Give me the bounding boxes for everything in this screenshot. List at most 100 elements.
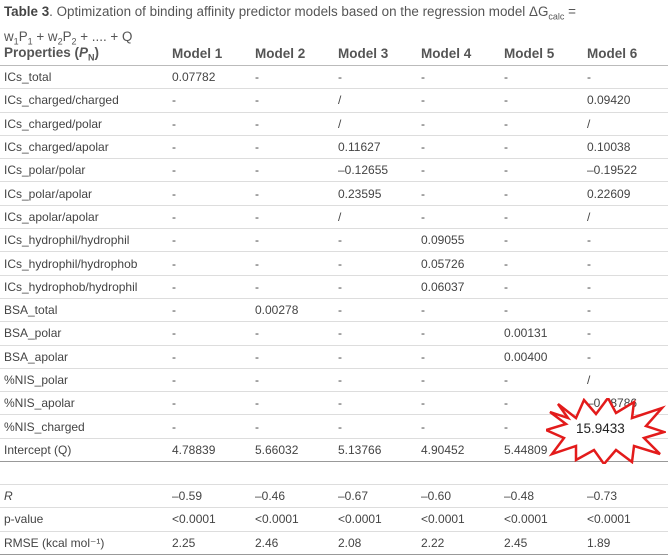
cell-model-3: -: [334, 65, 417, 90]
cell-model-5: -: [500, 275, 583, 299]
stats-row: RMSE (kcal mol⁻¹) 2.25 2.46 2.08 2.22 2.45 1.8…: [0, 531, 668, 555]
table-row: ICs_apolar/apolar - - / - - /: [0, 205, 668, 230]
cell-model-4: -: [417, 112, 500, 136]
header-model-2: Model 2: [251, 42, 334, 66]
row-label: %NIS_apolar: [0, 391, 168, 416]
cell-model-6: -: [583, 298, 668, 323]
cell-model-6: 1.89: [583, 531, 668, 555]
header-properties: Properties (PN): [0, 42, 168, 66]
cell-model-2: -: [251, 391, 334, 416]
cell-model-2: -: [251, 88, 334, 113]
cell-model-5: <0.0001: [500, 507, 583, 532]
cell-model-4: -: [417, 368, 500, 393]
cell-model-5: -: [500, 414, 583, 439]
cell-model-6: -: [583, 275, 668, 299]
cell-model-4: -: [417, 65, 500, 90]
cell-model-6: -: [583, 321, 668, 346]
cell-model-4: -: [417, 414, 500, 439]
row-label: ICs_polar/polar: [0, 158, 168, 183]
cell-model-1: <0.0001: [168, 507, 251, 532]
row-label: Intercept (Q): [0, 438, 168, 463]
cell-model-1: 0.07782: [168, 65, 251, 90]
table-row: ICs_charged/charged - - / - -0.09420: [0, 88, 668, 113]
cell-model-5: –0.48: [500, 484, 583, 509]
cell-model-3: 0.11627: [334, 135, 417, 160]
cell-model-4: -: [417, 345, 500, 369]
cell-model-4: 2.22: [417, 531, 500, 555]
table-row: BSA_polar - - - -0.00131-: [0, 321, 668, 346]
cell-model-2: -: [251, 368, 334, 393]
cell-model-3: -: [334, 321, 417, 346]
header-row: Properties (PN) Model 1 Model 2 Model 3 …: [0, 42, 668, 66]
row-label: RMSE (kcal mol⁻¹): [0, 531, 168, 555]
cell-model-6: 15.9433: [583, 438, 668, 463]
cell-model-3: -: [334, 228, 417, 253]
row-label: ICs_charged/polar: [0, 112, 168, 136]
cell-model-5: -: [500, 65, 583, 90]
cell-model-1: -: [168, 88, 251, 113]
row-label: %NIS_polar: [0, 368, 168, 393]
row-label: ICs_hydrophil/hydrophil: [0, 228, 168, 253]
cell-model-5: -: [500, 205, 583, 230]
table-row: ICs_hydrophob/hydrophil - - -0.06037- -: [0, 275, 668, 299]
cell-model-2: -: [251, 321, 334, 346]
cell-model-6: -: [583, 251, 668, 276]
row-label: R: [0, 484, 168, 509]
cell-model-1: -: [168, 298, 251, 323]
cell-model-4: -: [417, 321, 500, 346]
cell-model-3: 5.13766: [334, 438, 417, 463]
cell-model-3: <0.0001: [334, 507, 417, 532]
table-row: BSA_total -0.00278- - - -: [0, 298, 668, 323]
table-row: ICs_charged/polar - - / - - /: [0, 112, 668, 136]
spacer-cell: [0, 461, 168, 486]
cell-model-4: -: [417, 205, 500, 230]
cell-model-5: 2.45: [500, 531, 583, 555]
header-model-1: Model 1: [168, 42, 251, 66]
row-label: ICs_charged/apolar: [0, 135, 168, 160]
spacer-cell: [583, 461, 668, 486]
cell-model-6: –0.18786: [583, 391, 668, 416]
table-row: %NIS_charged - - - - - –0.13912: [0, 414, 668, 439]
stats-row: p-value <0.0001 <0.0001 <0.0001 <0.0001 <0.00…: [0, 507, 668, 532]
cell-model-3: /: [334, 88, 417, 113]
cell-model-1: 2.25: [168, 531, 251, 555]
cell-model-3: -: [334, 414, 417, 439]
cell-model-6: -: [583, 65, 668, 90]
header-model-3: Model 3: [334, 42, 417, 66]
row-label: p-value: [0, 507, 168, 532]
cell-model-6: 0.22609: [583, 181, 668, 206]
row-label: ICs_hydrophil/hydrophob: [0, 251, 168, 276]
cell-model-4: -: [417, 135, 500, 160]
cell-model-2: -: [251, 228, 334, 253]
cell-model-3: 2.08: [334, 531, 417, 555]
cell-model-1: -: [168, 158, 251, 183]
cell-model-6: 0.10038: [583, 135, 668, 160]
caption-label: Table 3: [4, 4, 50, 19]
cell-model-1: -: [168, 321, 251, 346]
row-label: %NIS_charged: [0, 414, 168, 439]
cell-model-3: 0.23595: [334, 181, 417, 206]
cell-model-2: -: [251, 345, 334, 369]
table-row: ICs_polar/polar - - –0.12655- - –0.19522: [0, 158, 668, 183]
cell-model-6: -: [583, 228, 668, 253]
cell-model-5: -: [500, 251, 583, 276]
row-label: BSA_polar: [0, 321, 168, 346]
caption-subscript-calc: calc: [548, 11, 565, 22]
cell-model-6: –0.19522: [583, 158, 668, 183]
cell-model-5: 0.00131: [500, 321, 583, 346]
cell-model-6: /: [583, 112, 668, 136]
cell-model-2: <0.0001: [251, 507, 334, 532]
cell-model-2: -: [251, 65, 334, 90]
cell-model-3: -: [334, 298, 417, 323]
cell-model-1: -: [168, 181, 251, 206]
cell-model-5: -: [500, 88, 583, 113]
cell-model-5: -: [500, 135, 583, 160]
stats-row: R –0.59 –0.46 –0.67 –0.60 –0.48 –0.73: [0, 484, 668, 509]
model-table: Properties (PN) Model 1 Model 2 Model 3 …: [0, 42, 668, 555]
cell-model-2: -: [251, 158, 334, 183]
row-label: ICs_total: [0, 65, 168, 90]
cell-model-4: <0.0001: [417, 507, 500, 532]
table-row: ICs_charged/apolar - -0.11627- -0.10038: [0, 135, 668, 160]
cell-model-2: 0.00278: [251, 298, 334, 323]
spacer-cell: [417, 461, 500, 486]
